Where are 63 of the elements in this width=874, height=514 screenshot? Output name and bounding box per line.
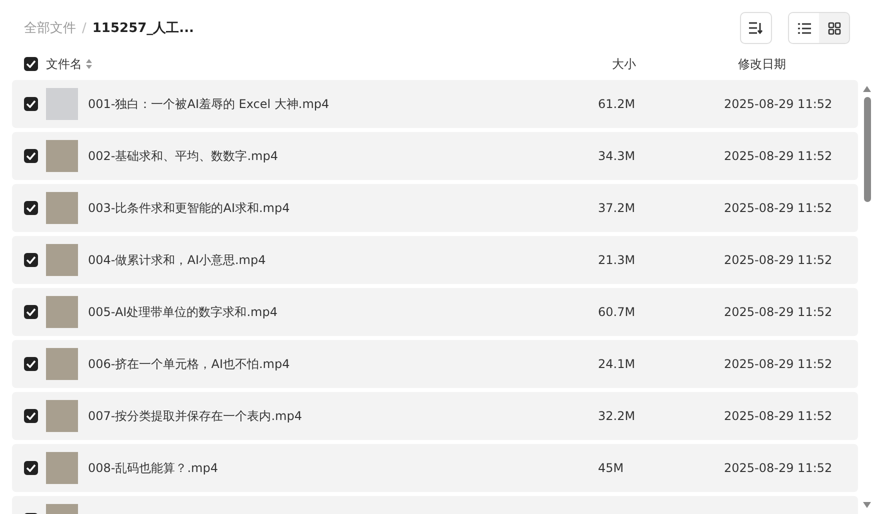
file-row[interactable]: 007-按分类提取并保存在一个表内.mp4 32.2M 2025-08-29 11:52: [12, 392, 858, 440]
breadcrumb-link[interactable]: 115257_人工...: [92, 19, 194, 37]
sort-arrows-icon[interactable]: [86, 59, 92, 69]
file-size: 37.2M: [598, 201, 636, 215]
file-row[interactable]: 004-做累计求和，AI小意思.mp4 21.3M 2025-08-29 11:52: [12, 236, 858, 284]
checkbox[interactable]: [24, 409, 38, 423]
video-thumbnail-placeholder: [46, 452, 78, 484]
file-name[interactable]: 002-基础求和、平均、数数字.mp4: [88, 148, 278, 162]
list-icon: [798, 22, 810, 34]
checkbox[interactable]: [24, 305, 38, 319]
checkbox[interactable]: [24, 253, 38, 267]
modified-date: 2025-08-29 11:52: [724, 305, 832, 319]
modified-date: 2025-08-29 11:52: [724, 97, 832, 111]
file-name[interactable]: 005-AI处理带单位的数字求和.mp4: [88, 304, 278, 318]
file-size: 45M: [598, 461, 624, 475]
file-row[interactable]: 006-挤在一个单元格，AI也不怕.mp4 24.1M 2025-08-29 11:52: [12, 340, 858, 388]
modified-date: 2025-08-29 11:52: [724, 253, 832, 267]
file-name[interactable]: 003-比条件求和更智能的AI求和.mp4: [88, 200, 290, 214]
video-thumbnail-placeholder: [46, 88, 78, 120]
modified-date: 2025-08-29 11:52: [724, 357, 832, 371]
scroll-down-icon[interactable]: [863, 502, 871, 508]
modified-date: 2025-08-29 11:52: [724, 409, 832, 423]
checkbox[interactable]: [24, 201, 38, 215]
scrollbar-thumb[interactable]: [864, 97, 870, 202]
file-row[interactable]: 003-比条件求和更智能的AI求和.mp4 37.2M 2025-08-29 11:52: [12, 184, 858, 232]
checkbox[interactable]: [24, 357, 38, 371]
file-size: 24.1M: [598, 357, 636, 371]
video-thumbnail-placeholder: [46, 140, 78, 172]
column-header[interactable]: 文件名: [46, 56, 82, 72]
file-name[interactable]: 007-按分类提取并保存在一个表内.mp4: [88, 408, 302, 422]
checkbox[interactable]: [24, 57, 38, 71]
sort-icon: [749, 22, 763, 34]
file-size: 61.2M: [598, 97, 636, 111]
file-row[interactable]: 001-独白：一个被AI羞辱的 Excel 大神.mp4 61.2M 2025-08-29 11:52: [12, 80, 858, 128]
scroll-up-icon[interactable]: [863, 86, 871, 92]
file-name[interactable]: 001-独白：一个被AI羞辱的 Excel 大神.mp4: [88, 96, 330, 110]
file-name[interactable]: 004-做累计求和，AI小意思.mp4: [88, 252, 266, 266]
checkbox[interactable]: [24, 149, 38, 163]
video-thumbnail-placeholder: [46, 348, 78, 380]
file-name[interactable]: 006-挤在一个单元格，AI也不怕.mp4: [88, 356, 290, 370]
checkbox[interactable]: [24, 461, 38, 475]
modified-date: 2025-08-29 11:52: [724, 461, 832, 475]
modified-date: 2025-08-29 11:52: [724, 149, 832, 163]
video-thumbnail-placeholder: [46, 400, 78, 432]
file-name[interactable]: 008-乱码也能算？.mp4: [88, 460, 218, 474]
file-size: 32.2M: [598, 409, 636, 423]
video-thumbnail-placeholder: [46, 192, 78, 224]
video-thumbnail-placeholder: [46, 244, 78, 276]
file-row[interactable]: 008-乱码也能算？.mp4 45M 2025-08-29 11:52: [12, 444, 858, 492]
file-row[interactable]: 002-基础求和、平均、数数字.mp4 34.3M 2025-08-29 11:52: [12, 132, 858, 180]
file-size: 60.7M: [598, 305, 636, 319]
checkbox[interactable]: [24, 97, 38, 111]
file-size: 34.3M: [598, 149, 636, 163]
file-size: 21.3M: [598, 253, 636, 267]
column-header[interactable]: 大小: [612, 56, 636, 72]
column-header[interactable]: 修改日期: [738, 56, 786, 72]
grid-icon: [828, 22, 840, 34]
video-thumbnail-placeholder: [46, 296, 78, 328]
file-row[interactable]: 005-AI处理带单位的数字求和.mp4 60.7M 2025-08-29 11:52: [12, 288, 858, 336]
sort-button[interactable]: [740, 12, 772, 44]
modified-date: 2025-08-29 11:52: [724, 201, 832, 215]
breadcrumb-separator: /: [82, 20, 86, 36]
list-view-button[interactable]: [789, 13, 819, 43]
